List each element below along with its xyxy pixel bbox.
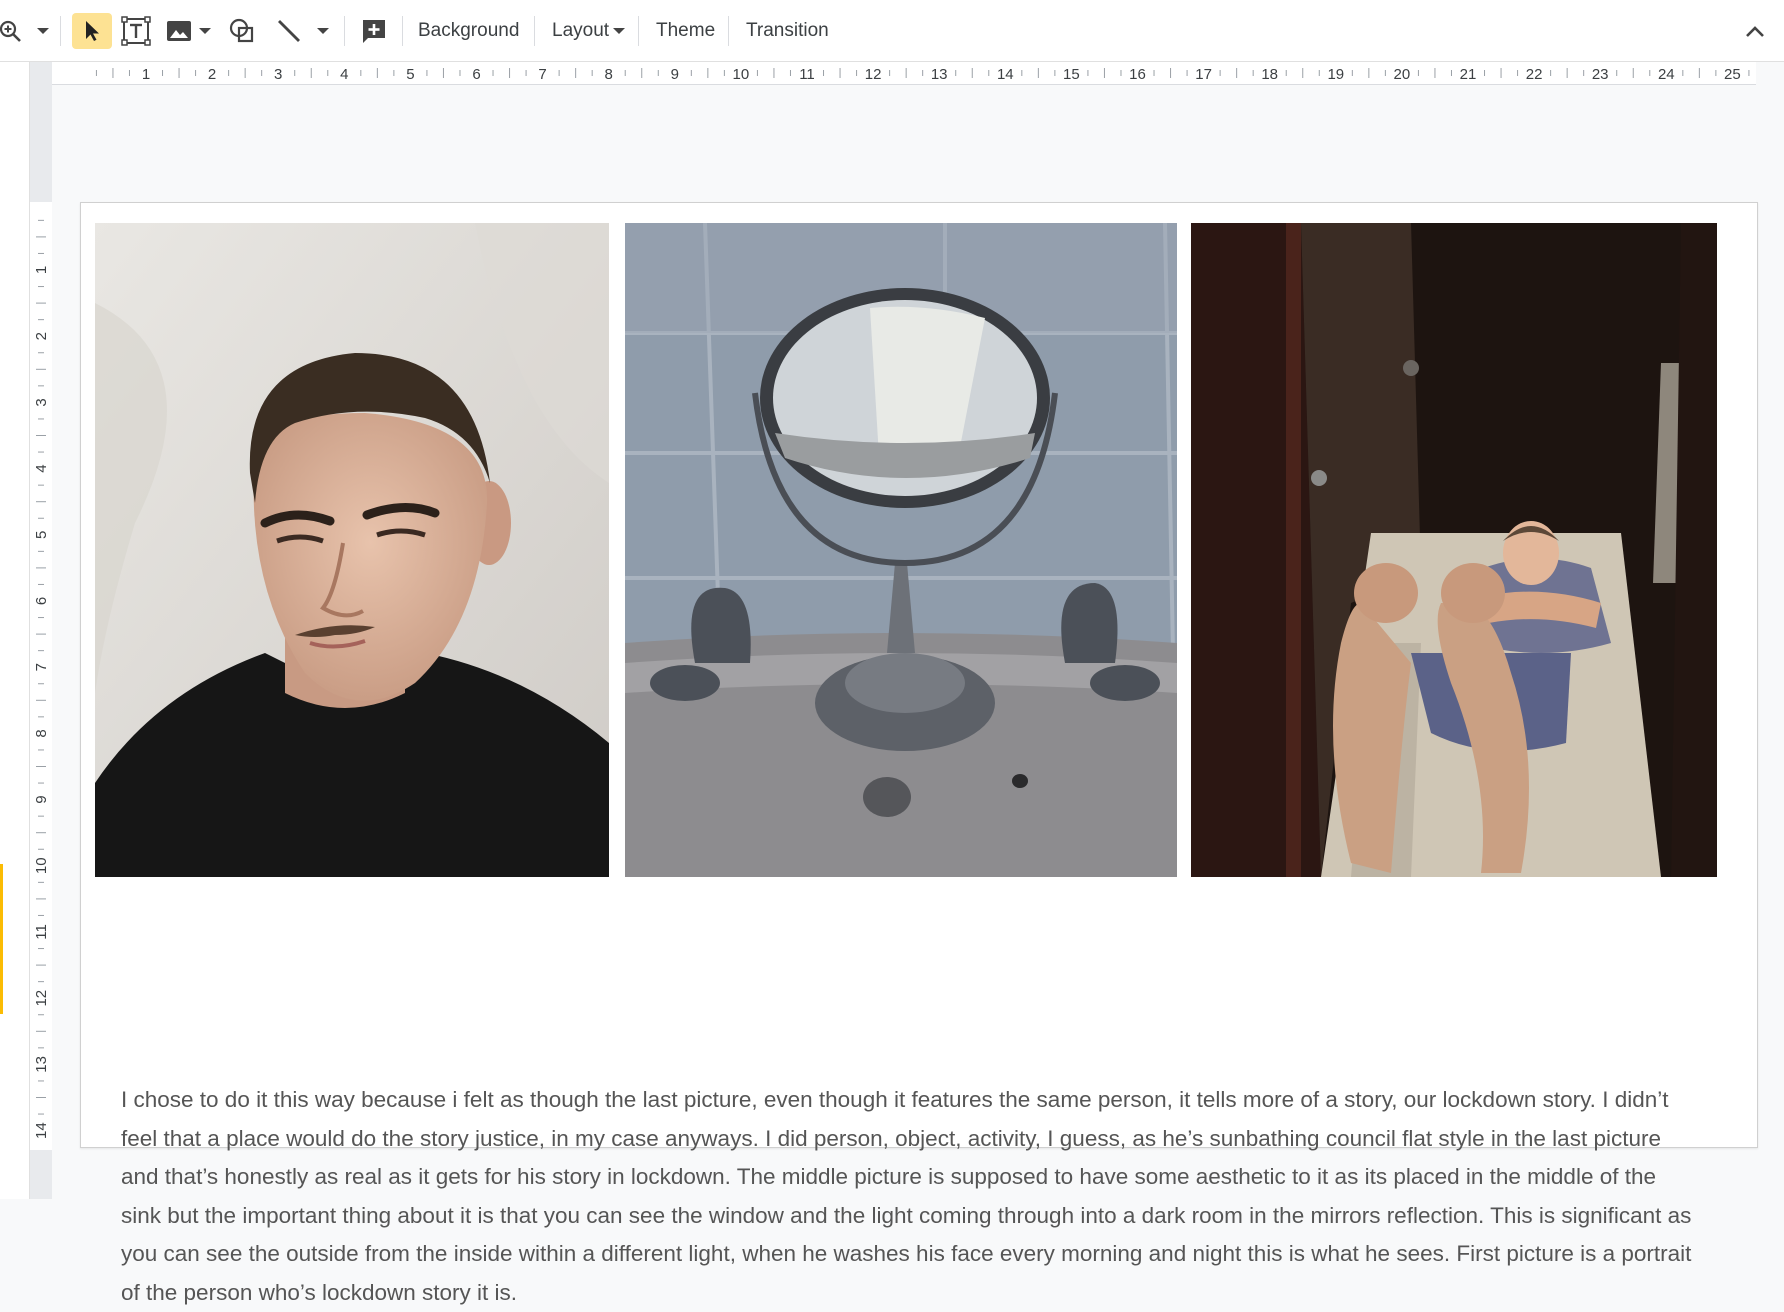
toolbar-divider [638,16,639,46]
theme-button[interactable]: Theme [656,18,715,44]
ruler-label: 6 [33,597,50,605]
ruler-label: 4 [340,66,348,83]
ruler-label: 14 [997,66,1014,83]
ruler-label: 15 [1063,66,1080,83]
ruler-label: 7 [33,663,50,671]
ruler-label: 6 [472,66,480,83]
toolbar-divider [344,16,345,46]
ruler-label: 16 [1129,66,1146,83]
ruler-label: 9 [671,66,679,83]
shape-icon[interactable] [226,13,258,49]
ruler-label: 18 [1261,66,1278,83]
left-panel-edge [0,62,30,1199]
ruler-label: 4 [33,464,50,472]
slide-canvas[interactable]: I chose to do it this way because i felt… [80,202,1758,1305]
zoom-dropdown-icon[interactable] [34,13,52,49]
ruler-label: 23 [1592,66,1609,83]
sunbathing-photo[interactable] [1191,223,1717,877]
toolbar-divider [728,16,729,46]
ruler-label: 11 [799,66,815,83]
ruler-label: 14 [33,1122,50,1139]
text-box-icon[interactable] [120,13,152,49]
toolbar-divider [60,16,61,46]
horizontal-ruler[interactable]: 1 2 3 4 5 6 7 8 9 10 11 12 13 14 15 16 17 18 19 20 21 22 23 24 2… [52,62,1756,85]
ruler-label: 10 [733,66,750,83]
add-comment-icon[interactable] [358,13,390,49]
collapse-icon[interactable] [1740,13,1770,49]
ruler-label: 24 [1658,66,1675,83]
image-icon[interactable] [164,13,194,49]
zoom-icon[interactable] [0,13,24,49]
ruler-label: 8 [33,729,50,737]
slide-caption[interactable]: I chose to do it this way because i felt… [121,1081,1701,1312]
horizontal-ruler-ticks: 1 2 3 4 5 6 7 8 9 10 11 12 13 14 15 16 17 18 19 20 21 22 23 24 2… [95,66,1750,83]
ruler-label: 1 [33,266,50,274]
portrait-photo[interactable] [95,223,609,877]
ruler-label: 25 [1724,66,1741,83]
layout-dropdown-icon [613,27,626,34]
image-dropdown-icon[interactable] [196,13,214,49]
ruler-label: 20 [1394,66,1411,83]
ruler-label: 13 [33,1056,50,1073]
ruler-label: 8 [605,66,613,83]
ruler-label: 22 [1526,66,1543,83]
toolbar-divider [402,16,403,46]
ruler-label: 17 [1195,66,1212,83]
transition-button[interactable]: Transition [746,18,829,44]
ruler-label: 21 [1460,66,1477,83]
ruler-label: 11 [33,924,50,940]
ruler-label: 13 [931,66,948,83]
line-dropdown-icon[interactable] [314,13,332,49]
ruler-label: 2 [208,66,216,83]
ruler-label: 19 [1327,66,1344,83]
ruler-label: 7 [538,66,546,83]
background-button[interactable]: Background [418,18,519,44]
toolbar-divider [534,16,535,46]
ruler-label: 10 [33,857,50,874]
ruler-label: 1 [142,66,150,83]
toolbar: Background Layout Theme Transition [0,0,1784,62]
mirror-photo[interactable] [625,223,1177,877]
selection-marker [0,864,3,1014]
layout-button[interactable]: Layout [552,18,626,44]
line-icon[interactable] [274,13,304,49]
layout-label: Layout [552,20,610,41]
ruler-label: 12 [865,66,882,83]
vertical-ruler-ticks: 1234567891011121314 [33,219,50,1139]
ruler-label: 9 [33,795,50,803]
ruler-label: 12 [33,990,50,1007]
ruler-label: 2 [33,332,50,340]
vertical-ruler[interactable]: 1 2 3 4 5 6 7 8 9 10 11 12 13 14 [30,202,52,1150]
select-cursor-icon[interactable] [72,13,112,49]
ruler-label: 5 [33,531,50,539]
ruler-label: 3 [33,398,50,406]
ruler-label: 3 [274,66,282,83]
ruler-label: 5 [406,66,414,83]
